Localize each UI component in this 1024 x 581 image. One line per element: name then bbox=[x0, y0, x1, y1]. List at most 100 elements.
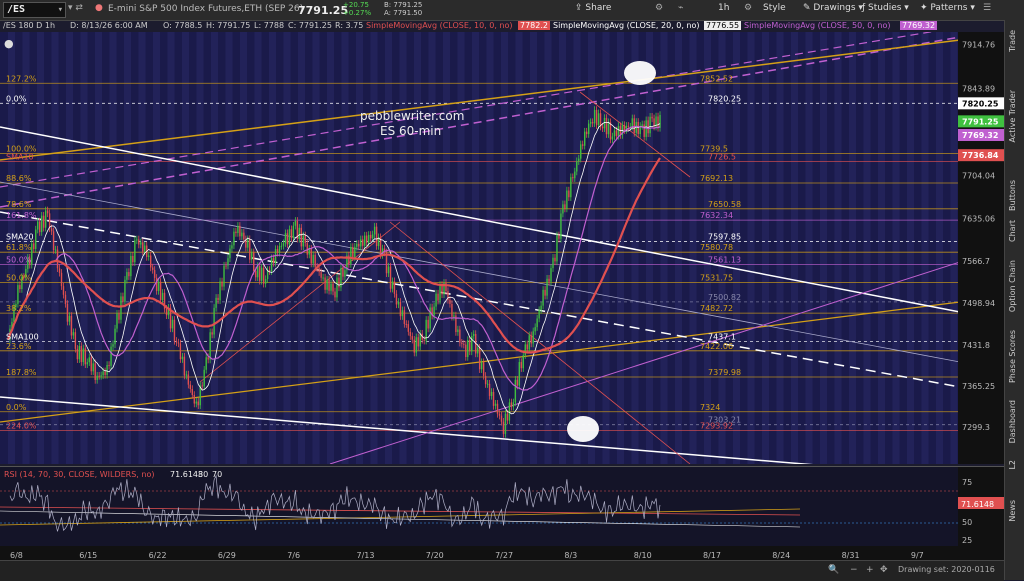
candle-body bbox=[330, 283, 332, 291]
session-band bbox=[776, 32, 784, 464]
side-tab-l2[interactable]: L2 bbox=[1008, 460, 1017, 470]
info-icon: ● bbox=[4, 37, 14, 50]
fib-label: 88.6% bbox=[6, 174, 32, 183]
candle-body bbox=[512, 402, 515, 407]
level-label: 7500.82 bbox=[708, 293, 741, 302]
side-tab-active-trader[interactable]: Active Trader bbox=[1008, 90, 1017, 142]
change-values: +20.75 +0.27% bbox=[343, 1, 372, 17]
candle-body bbox=[605, 117, 608, 135]
price-chart[interactable]: 7852.52 127.2% 7820.25 0.0% 7739.5 100.0% 7726… bbox=[0, 26, 961, 478]
side-tab-phase-scores[interactable]: Phase Scores bbox=[1008, 330, 1017, 383]
price-chart-svg[interactable]: 7852.52127.2%7820.250.0%7739.5100.0%7726… bbox=[0, 26, 961, 478]
zoom-out-icon[interactable]: − bbox=[850, 565, 858, 575]
candle-body bbox=[405, 323, 408, 325]
price-tick: 7704.04 bbox=[962, 172, 995, 181]
settings-icon[interactable]: ⚙ bbox=[655, 3, 663, 13]
candle-body bbox=[122, 296, 124, 302]
candle-body bbox=[510, 402, 513, 407]
candle-body bbox=[433, 306, 435, 316]
side-tab-news[interactable]: News bbox=[1008, 500, 1017, 522]
candle-body bbox=[641, 124, 643, 126]
pan-icon[interactable]: ✥ bbox=[880, 565, 888, 575]
candle-body bbox=[39, 221, 41, 233]
session-band bbox=[936, 32, 943, 464]
candle-body bbox=[356, 243, 358, 247]
price-axis[interactable]: 7914.767843.897774.17704.047635.067566.7… bbox=[958, 32, 1004, 464]
session-band bbox=[878, 32, 885, 464]
candle-body bbox=[151, 267, 154, 270]
candle-body bbox=[584, 131, 586, 146]
candle-body bbox=[459, 329, 461, 343]
candle-body bbox=[324, 277, 326, 290]
candle-body bbox=[522, 355, 524, 369]
time-axis[interactable]: 6/8 6/15 6/22 6/29 7/6 7/13 7/20 7/27 8/3 8/10 8/1… bbox=[0, 546, 1004, 560]
style-button[interactable]: Style bbox=[763, 3, 786, 13]
studies-button[interactable]: ƒ Studies ▾ bbox=[862, 3, 909, 13]
candle-body bbox=[633, 118, 635, 133]
candle-body bbox=[82, 348, 85, 363]
candle-body bbox=[393, 281, 396, 294]
interval-button[interactable]: 1h bbox=[718, 3, 729, 13]
candle-body bbox=[369, 234, 372, 239]
candle-body bbox=[578, 158, 580, 162]
candle-body bbox=[490, 391, 493, 396]
side-tab-buttons[interactable]: Buttons bbox=[1008, 180, 1017, 211]
candle-body bbox=[48, 213, 51, 229]
candle-body bbox=[130, 255, 132, 277]
candle-body bbox=[574, 171, 576, 179]
candle-body bbox=[94, 363, 96, 380]
side-tab-option-chain[interactable]: Option Chain bbox=[1008, 260, 1017, 312]
bid-ask-values: B: 7791.25 A: 7791.50 bbox=[384, 1, 423, 17]
side-tab-trade[interactable]: Trade bbox=[1008, 30, 1017, 52]
candle-body bbox=[177, 342, 180, 344]
candle-body bbox=[562, 204, 564, 214]
warning-icon[interactable]: ● bbox=[95, 3, 103, 13]
candle-body bbox=[86, 362, 88, 365]
candle-body bbox=[407, 324, 410, 332]
candle-body bbox=[100, 375, 102, 377]
candle-body bbox=[423, 339, 425, 341]
date-tick: 7/6 bbox=[287, 551, 300, 560]
level-label: 7293.92 bbox=[700, 421, 733, 430]
trend-icon[interactable]: ⌁ bbox=[678, 3, 683, 13]
candle-body bbox=[189, 384, 192, 390]
candle-body bbox=[411, 336, 413, 340]
last-price: 7791.25 bbox=[298, 4, 349, 17]
candle-body bbox=[360, 239, 362, 247]
fib-label: 61.8% bbox=[6, 243, 32, 252]
gear-icon[interactable]: ⚙ bbox=[744, 3, 752, 13]
candle-body bbox=[144, 245, 146, 252]
candle-body bbox=[465, 344, 467, 357]
candle-body bbox=[120, 296, 122, 320]
symbol-input[interactable]: /ES ▾ bbox=[3, 2, 66, 18]
share-button[interactable]: ⇪ Share bbox=[575, 3, 611, 13]
patterns-button[interactable]: ✦ Patterns ▾ bbox=[920, 3, 975, 13]
candle-body bbox=[397, 301, 400, 305]
drawing-set-label[interactable]: Drawing set: 2020-0116 bbox=[898, 565, 995, 574]
menu-icon[interactable]: ☰ bbox=[983, 3, 991, 13]
highlight-ellipse-bottom bbox=[567, 416, 599, 442]
candle-body bbox=[179, 343, 182, 360]
side-tab-chart[interactable]: Chart bbox=[1008, 220, 1017, 242]
candle-body bbox=[282, 243, 285, 246]
fib-label: 0.0% bbox=[6, 94, 27, 103]
zoom-in-icon[interactable]: + bbox=[866, 565, 874, 575]
session-band bbox=[269, 32, 276, 464]
candle-body bbox=[572, 177, 574, 179]
side-tab-dashboard[interactable]: Dashboard bbox=[1008, 400, 1017, 443]
session-band bbox=[486, 32, 494, 464]
rsi-tick-25: 25 bbox=[962, 536, 972, 545]
candle-body bbox=[364, 235, 366, 246]
candle-body bbox=[237, 225, 239, 234]
zoom-icon[interactable]: 🔍 bbox=[828, 565, 839, 575]
candle-body bbox=[312, 254, 314, 264]
symbol-menu-icon[interactable]: ▾ ⇄ bbox=[68, 3, 83, 13]
candle-body bbox=[126, 272, 128, 280]
candle-body bbox=[439, 284, 441, 301]
candle-body bbox=[524, 344, 526, 356]
candle-body bbox=[467, 340, 469, 357]
drawings-button[interactable]: ✎ Drawings ▾ bbox=[803, 3, 863, 13]
candle-body bbox=[461, 342, 463, 344]
candle-body bbox=[37, 221, 39, 230]
rsi-panel[interactable]: RSI (14, 70, 30, CLOSE, WILDERS, no) 71.… bbox=[0, 466, 958, 547]
